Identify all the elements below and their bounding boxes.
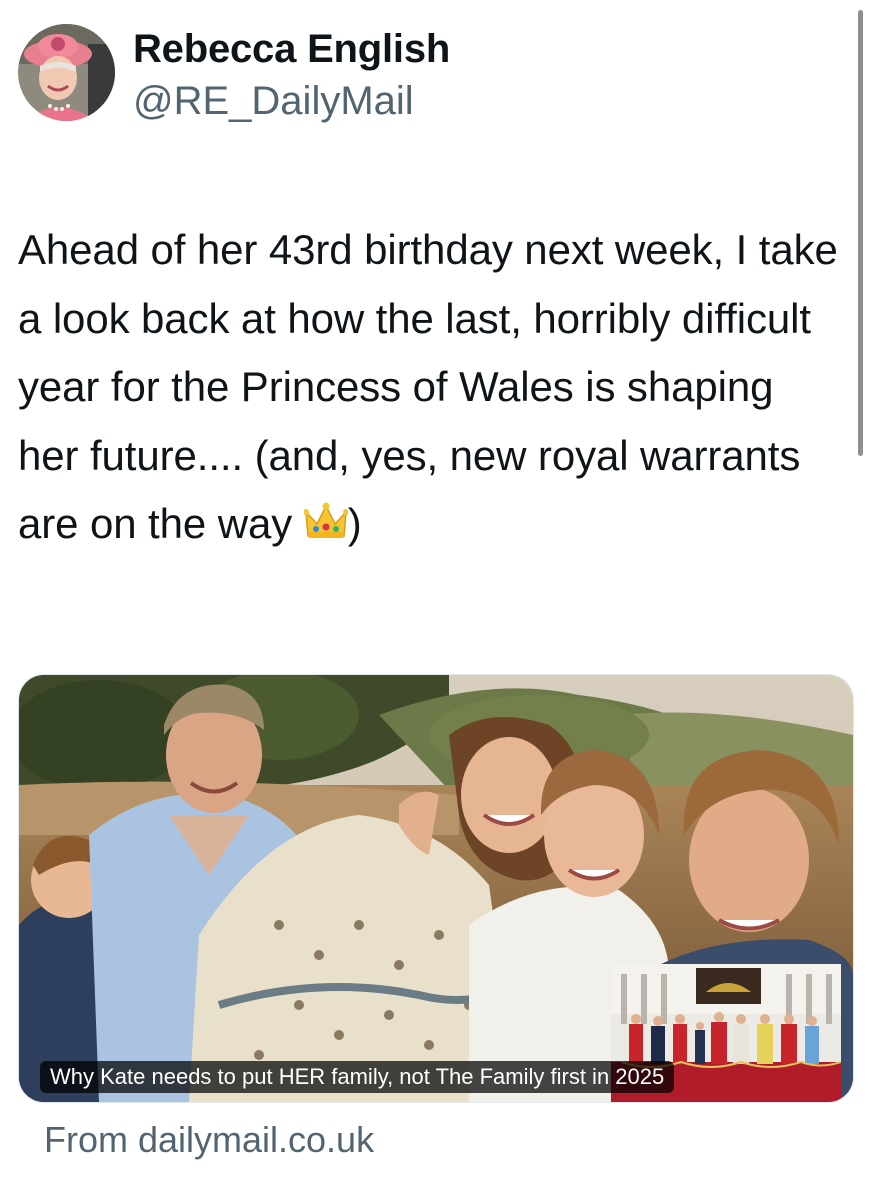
- link-card-headline[interactable]: Why Kate needs to put HER family, not Th…: [40, 1061, 675, 1093]
- tweet-text: Ahead of her 43rd birthday next week, I …: [18, 216, 838, 563]
- author-handle[interactable]: @RE_DailyMail: [133, 76, 450, 126]
- tweet-header: Rebecca English @RE_DailyMail: [18, 24, 450, 124]
- crown-emoji-icon: [302, 494, 349, 563]
- avatar[interactable]: [18, 24, 115, 121]
- author-display-name[interactable]: Rebecca English: [133, 24, 450, 74]
- link-source[interactable]: From dailymail.co.uk: [44, 1117, 374, 1163]
- tweet-text-end: ): [347, 500, 362, 548]
- avatar-photo-icon: [18, 24, 115, 121]
- tweet-body: Ahead of her 43rd birthday next week, I …: [18, 226, 838, 548]
- scrollbar[interactable]: [858, 10, 863, 456]
- link-card[interactable]: Why Kate needs to put HER family, not Th…: [18, 674, 854, 1103]
